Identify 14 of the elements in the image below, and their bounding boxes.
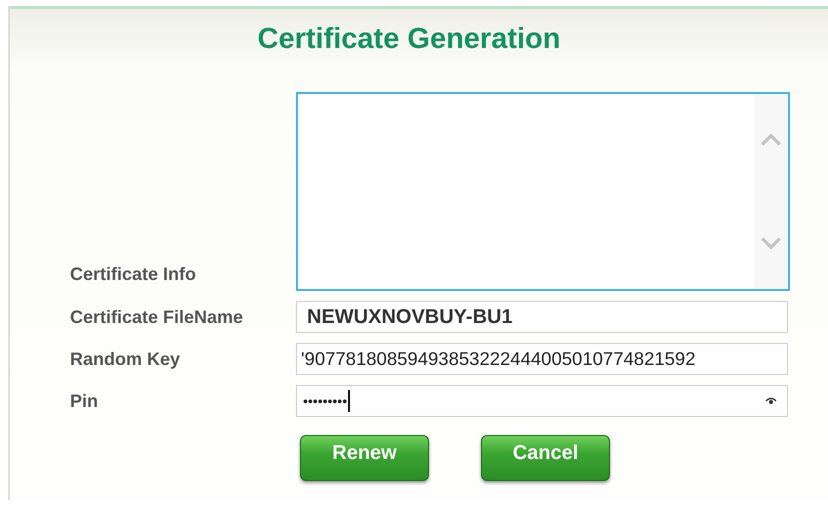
field-label: Pin [70, 390, 100, 412]
eye-icon[interactable] [765, 397, 777, 405]
field-label: Random Key [70, 348, 182, 370]
dialog-title: Certificate Generation [256, 22, 562, 57]
text-area[interactable] [296, 92, 790, 291]
scroll-down-icon[interactable] [760, 237, 782, 251]
field-label: Certificate Info [70, 264, 198, 286]
password-field[interactable]: ••••••••• [296, 385, 788, 417]
password-dots: ••••••••• [303, 393, 348, 409]
input-field[interactable]: '90778180859493853222444005010774821592 [296, 343, 788, 375]
field-label: Certificate FileName [70, 306, 244, 328]
text-cursor [348, 390, 350, 412]
scroll-up-icon[interactable] [760, 132, 782, 146]
input-field[interactable]: NEWUXNOVBUY-BU1 [296, 301, 788, 333]
